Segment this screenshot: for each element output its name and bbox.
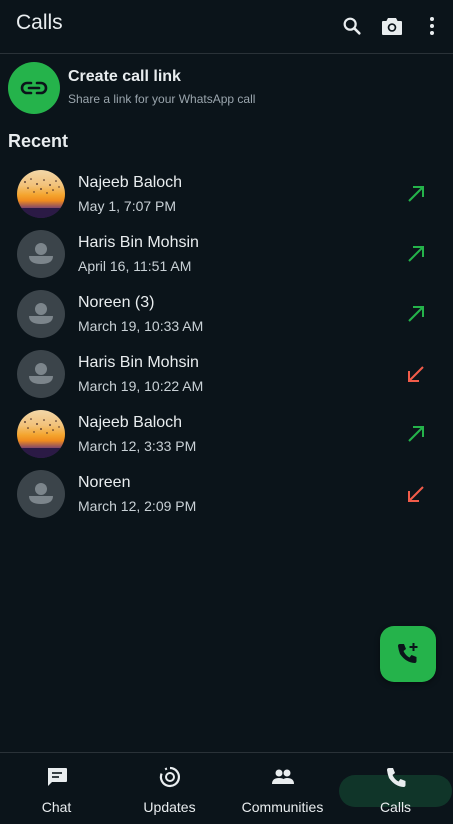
chat-icon <box>47 768 67 786</box>
call-time: April 16, 11:51 AM <box>78 258 192 274</box>
avatar <box>17 470 65 518</box>
call-row[interactable]: Noreen March 12, 2:09 PM <box>0 464 453 524</box>
recent-heading: Recent <box>8 131 69 151</box>
tab-communities-label: Communities <box>241 799 324 815</box>
sunset-photo-icon <box>17 178 65 218</box>
default-avatar-icon <box>29 363 53 384</box>
call-time: March 19, 10:22 AM <box>78 378 204 394</box>
communities-icon <box>271 769 294 784</box>
call-time: March 12, 3:33 PM <box>78 438 197 454</box>
avatar <box>17 170 65 218</box>
search-button[interactable] <box>338 12 366 40</box>
default-avatar-icon <box>29 243 53 264</box>
outgoing-call-arrow-icon <box>408 426 424 442</box>
missed-call-arrow-icon <box>408 486 424 502</box>
outgoing-call-arrow-icon <box>408 186 424 202</box>
call-row[interactable]: Najeeb Baloch May 1, 7:07 PM <box>0 164 453 224</box>
call-row[interactable]: Haris Bin Mohsin March 19, 10:22 AM <box>0 344 453 404</box>
bottom-navigation: Chat Updates Communities Calls <box>0 752 453 824</box>
tab-chat[interactable]: Chat <box>0 753 113 824</box>
sunset-photo-icon <box>17 418 65 458</box>
missed-call-arrow-icon <box>408 366 424 382</box>
avatar <box>17 290 65 338</box>
create-call-link-title: Create call link <box>68 68 181 85</box>
contact-name: Noreen <box>78 474 131 491</box>
call-row[interactable]: Noreen (3) March 19, 10:33 AM <box>0 284 453 344</box>
avatar <box>17 350 65 398</box>
call-row[interactable]: Haris Bin Mohsin April 16, 11:51 AM <box>0 224 453 284</box>
call-row[interactable]: Najeeb Baloch March 12, 3:33 PM <box>0 404 453 464</box>
contact-name: Haris Bin Mohsin <box>78 234 199 251</box>
call-time: March 19, 10:33 AM <box>78 318 204 334</box>
more-vert-icon <box>430 17 434 35</box>
tab-communities[interactable]: Communities <box>226 753 339 824</box>
tab-updates[interactable]: Updates <box>113 753 226 824</box>
new-call-button[interactable] <box>380 626 436 682</box>
link-icon <box>20 81 48 95</box>
call-list: Najeeb Baloch May 1, 7:07 PM Haris Bin M… <box>0 164 453 524</box>
contact-name: Noreen (3) <box>78 294 155 311</box>
default-avatar-icon <box>29 303 53 324</box>
more-options-button[interactable] <box>418 12 446 40</box>
camera-icon <box>382 18 402 35</box>
outgoing-call-arrow-icon <box>408 246 424 262</box>
page-title: Calls <box>16 11 63 34</box>
search-icon <box>343 17 361 35</box>
default-avatar-icon <box>29 483 53 504</box>
contact-name: Najeeb Baloch <box>78 414 183 431</box>
tab-chat-label: Chat <box>41 799 72 815</box>
add-call-icon <box>398 643 418 663</box>
create-call-link-subtitle: Share a link for your WhatsApp call <box>68 92 256 106</box>
link-avatar <box>8 62 60 114</box>
tab-updates-label: Updates <box>143 799 196 815</box>
updates-icon <box>159 766 180 788</box>
tab-calls[interactable]: Calls <box>339 753 452 824</box>
tab-calls-label: Calls <box>379 799 412 815</box>
create-call-link-row[interactable]: Create call link Share a link for your W… <box>0 54 453 124</box>
outgoing-call-arrow-icon <box>408 306 424 322</box>
avatar <box>17 410 65 458</box>
contact-name: Najeeb Baloch <box>78 174 183 191</box>
camera-button[interactable] <box>378 12 406 40</box>
call-time: March 12, 2:09 PM <box>78 498 197 514</box>
contact-name: Haris Bin Mohsin <box>78 354 199 371</box>
call-icon <box>386 768 405 787</box>
app-bar: Calls <box>0 0 453 54</box>
avatar <box>17 230 65 278</box>
call-time: May 1, 7:07 PM <box>78 198 177 214</box>
